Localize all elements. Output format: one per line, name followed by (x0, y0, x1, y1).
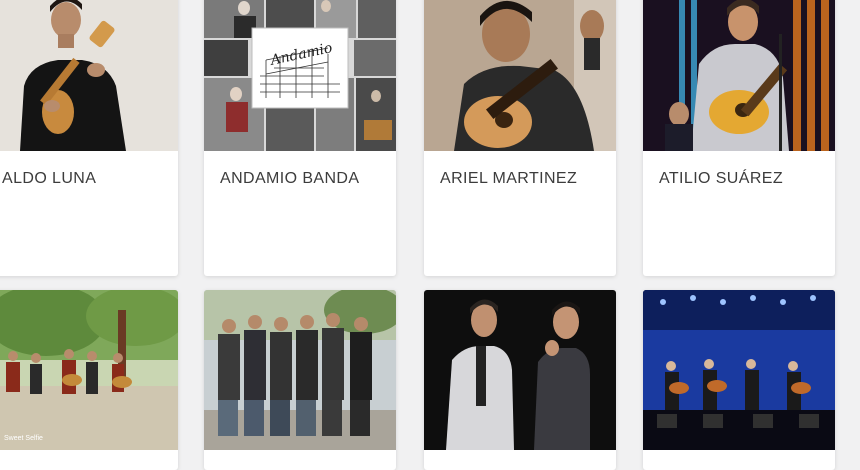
artist-photo[interactable] (0, 0, 178, 151)
artist-name[interactable]: ANDAMIO BANDA (220, 170, 359, 188)
artist-card[interactable] (204, 290, 396, 470)
artist-card-andamio-banda[interactable]: Andamio ANDAMIO BANDA (204, 0, 396, 276)
artist-card-ariel-martinez[interactable]: ARIEL MARTINEZ (424, 0, 616, 276)
artist-photo[interactable] (643, 0, 835, 151)
artist-name[interactable]: ATILIO SUÁREZ (659, 170, 783, 188)
artist-photo[interactable] (643, 290, 835, 450)
artist-grid: ALDO LUNA Andamio ANDAMIO BANDA ARIEL MA… (0, 0, 860, 470)
artist-name[interactable]: ALDO LUNA (2, 170, 96, 188)
artist-photo[interactable] (424, 290, 616, 450)
artist-card[interactable] (643, 290, 835, 470)
artist-photo[interactable]: Andamio (204, 0, 396, 151)
artist-card[interactable]: Sweet Selfie (0, 290, 178, 470)
artist-name[interactable]: ARIEL MARTINEZ (440, 170, 577, 188)
artist-photo[interactable]: Sweet Selfie (0, 290, 178, 450)
artist-card[interactable] (424, 290, 616, 470)
artist-card-aldo-luna[interactable]: ALDO LUNA (0, 0, 178, 276)
artist-photo[interactable] (204, 290, 396, 450)
artist-photo[interactable] (424, 0, 616, 151)
artist-card-atilio-suarez[interactable]: ATILIO SUÁREZ (643, 0, 835, 276)
photo-watermark: Sweet Selfie (4, 435, 43, 442)
